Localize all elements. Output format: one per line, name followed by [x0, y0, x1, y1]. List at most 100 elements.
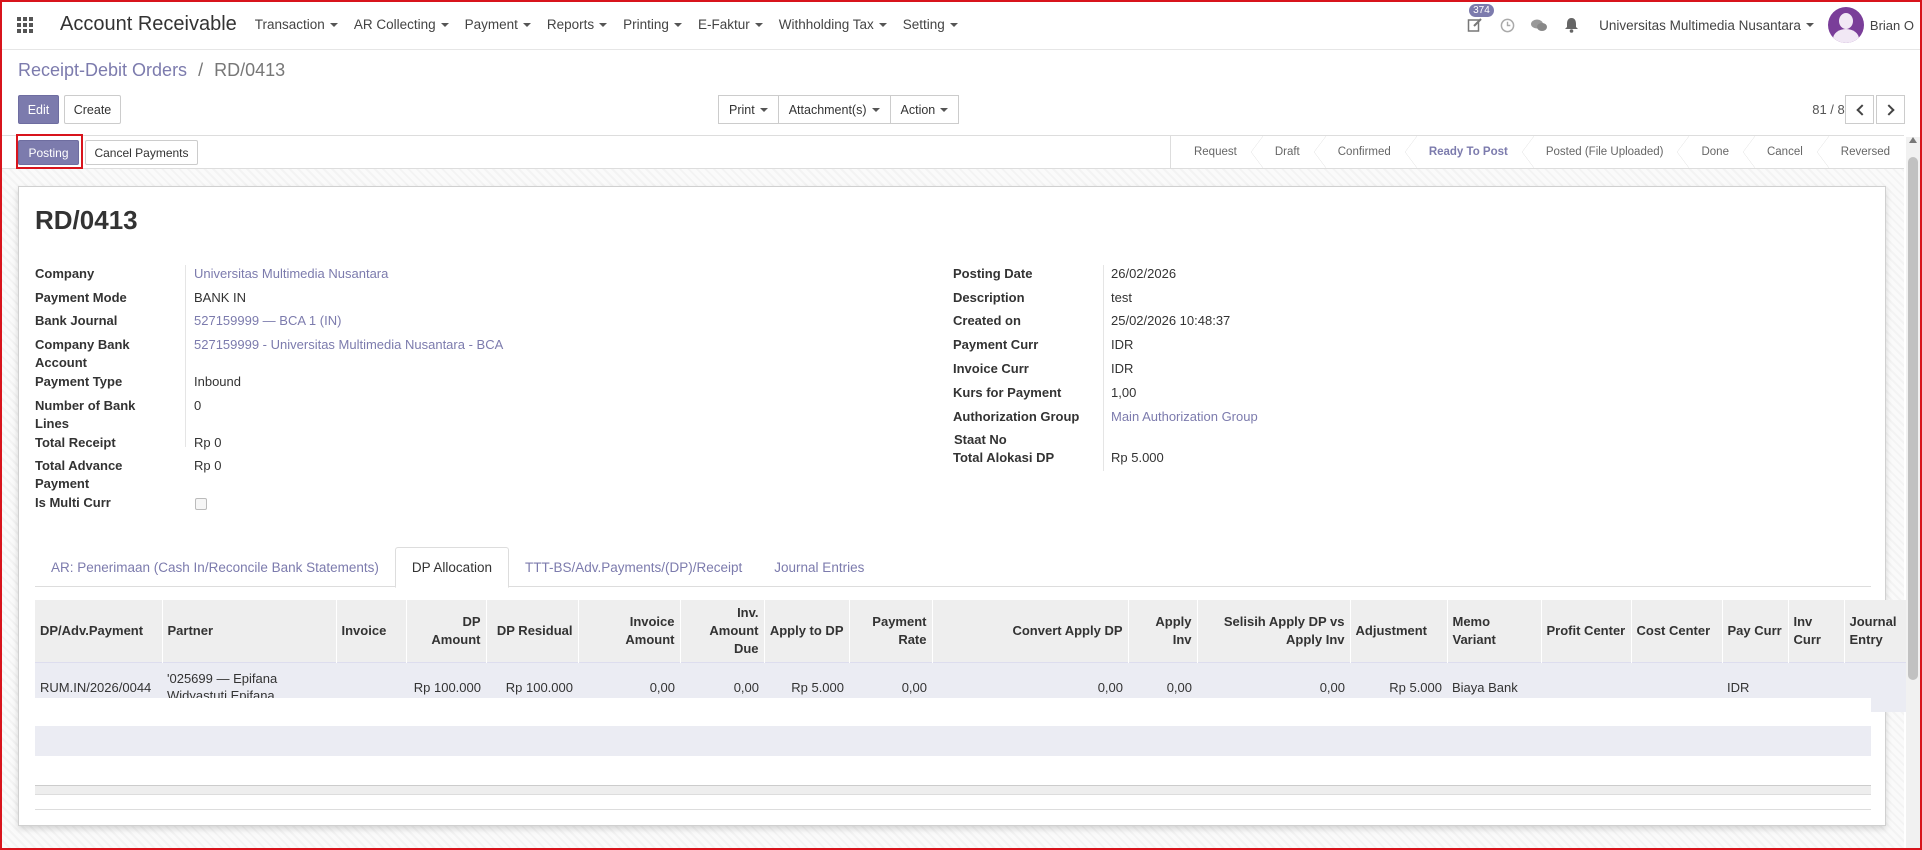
- column-header[interactable]: DP Amount: [406, 600, 487, 663]
- label-authorization-group: Authorization Group: [953, 409, 1080, 424]
- caret-down-icon: [329, 22, 338, 27]
- edit-button[interactable]: Edit: [18, 95, 59, 124]
- column-header[interactable]: Memo Variant: [1447, 600, 1542, 663]
- chat-icon[interactable]: [1529, 15, 1549, 35]
- tab-ar-penerimaan[interactable]: AR: Penerimaan (Cash In/Reconcile Bank S…: [35, 547, 395, 587]
- label-company: Company: [35, 266, 95, 281]
- menu-e-faktur[interactable]: E-Faktur: [698, 17, 763, 32]
- scroll-up-arrow-icon[interactable]: [1909, 137, 1917, 143]
- menu-withholding-tax[interactable]: Withholding Tax: [779, 17, 887, 32]
- cancel-payments-button[interactable]: Cancel Payments: [85, 140, 198, 165]
- divider: [35, 809, 1871, 810]
- menu-reports[interactable]: Reports: [547, 17, 608, 32]
- menu-payment[interactable]: Payment: [465, 17, 531, 32]
- caret-down-icon: [871, 107, 880, 112]
- status-step-reversed[interactable]: Reversed: [1816, 136, 1904, 168]
- status-step-draft[interactable]: Draft: [1250, 136, 1314, 168]
- label-bank-journal: Bank Journal: [35, 313, 118, 328]
- value-bank-journal[interactable]: 527159999 — BCA 1 (IN): [194, 312, 341, 330]
- column-header[interactable]: Selisih Apply DP vs Apply Inv: [1197, 600, 1351, 663]
- column-header[interactable]: Partner: [162, 600, 337, 663]
- status-step-cancel[interactable]: Cancel: [1742, 136, 1817, 168]
- app-title: Account Receivable: [60, 13, 237, 35]
- bell-icon[interactable]: [1561, 15, 1581, 35]
- column-header[interactable]: DP/Adv.Payment: [35, 600, 163, 663]
- label-kurs-for-payment: Kurs for Payment: [953, 385, 1062, 400]
- column-header[interactable]: Convert Apply DP: [932, 600, 1129, 663]
- user-name[interactable]: Brian O: [1870, 18, 1914, 33]
- status-step-done[interactable]: Done: [1677, 136, 1743, 168]
- caret-down-icon: [940, 107, 949, 112]
- scrollbar-track[interactable]: [1906, 137, 1920, 848]
- breadcrumb: Receipt-Debit Orders / RD/0413: [18, 60, 285, 81]
- column-header[interactable]: Payment Rate: [849, 600, 933, 663]
- value-total-receipt: Rp 0: [194, 435, 222, 450]
- value-authorization-group[interactable]: Main Authorization Group: [1111, 408, 1258, 426]
- label-number-of-bank-lines: Number of Bank Lines: [35, 398, 136, 431]
- column-header[interactable]: Inv. Amount Due: [680, 600, 765, 663]
- table-footer: [35, 785, 1871, 795]
- value-payment-curr: IDR: [1111, 337, 1134, 352]
- status-bar: Posting Cancel Payments Request Draft Co…: [0, 135, 1904, 169]
- status-step-ready-to-post[interactable]: Ready To Post: [1404, 136, 1522, 168]
- column-header[interactable]: DP Residual: [486, 600, 579, 663]
- dp-allocation-table: DP/Adv.Payment Partner Invoice DP Amount…: [35, 600, 1922, 712]
- column-header[interactable]: Adjustment: [1350, 600, 1448, 663]
- column-header[interactable]: Apply Inv: [1128, 600, 1198, 663]
- caret-down-icon: [673, 22, 682, 27]
- activity-edit-icon[interactable]: 374: [1465, 4, 1494, 35]
- status-step-request[interactable]: Request: [1169, 136, 1251, 168]
- column-header[interactable]: Invoice Amount: [578, 600, 681, 663]
- activity-badge: 374: [1469, 4, 1494, 17]
- print-dropdown[interactable]: Print: [718, 95, 779, 124]
- tab-journal-entries[interactable]: Journal Entries: [758, 547, 880, 587]
- menu-ar-collecting[interactable]: AR Collecting: [354, 17, 449, 32]
- column-header[interactable]: Apply to DP: [764, 600, 850, 663]
- status-step-posted-file-uploaded[interactable]: Posted (File Uploaded): [1521, 136, 1678, 168]
- action-dropdown[interactable]: Action: [889, 95, 960, 124]
- status-step-confirmed[interactable]: Confirmed: [1313, 136, 1405, 168]
- value-company[interactable]: Universitas Multimedia Nusantara: [194, 265, 388, 283]
- menu-printing[interactable]: Printing: [623, 17, 682, 32]
- empty-table-row: [35, 698, 1871, 726]
- tab-ttt-bs-adv-payments[interactable]: TTT-BS/Adv.Payments/(DP)/Receipt: [509, 547, 758, 587]
- breadcrumb-separator: /: [198, 60, 204, 80]
- create-button[interactable]: Create: [64, 95, 121, 124]
- tab-dp-allocation[interactable]: DP Allocation: [394, 547, 509, 588]
- column-header[interactable]: Pay Curr: [1722, 600, 1789, 663]
- value-posting-date: 26/02/2026: [1111, 266, 1177, 281]
- chevron-right-icon: [1882, 103, 1895, 116]
- chevron-left-icon: [1855, 103, 1868, 116]
- caret-down-icon: [599, 22, 608, 27]
- is-multi-curr-checkbox[interactable]: [195, 498, 207, 510]
- label-created-on: Created on: [953, 313, 1021, 328]
- apps-menu-icon[interactable]: [0, 0, 50, 50]
- company-switcher[interactable]: Universitas Multimedia Nusantara: [1599, 18, 1814, 33]
- form-sheet: RD/0413 Company Universitas Multimedia N…: [18, 186, 1922, 826]
- column-header[interactable]: Profit Center: [1541, 600, 1632, 663]
- table-header-row: DP/Adv.Payment Partner Invoice DP Amount…: [35, 600, 1922, 663]
- column-header[interactable]: Invoice: [336, 600, 407, 663]
- posting-highlight: [16, 134, 83, 169]
- attachments-dropdown[interactable]: Attachment(s): [777, 95, 891, 124]
- label-company-bank-account: Company Bank Account: [35, 337, 130, 370]
- label-total-receipt: Total Receipt: [35, 435, 116, 450]
- menu-setting[interactable]: Setting: [903, 17, 958, 32]
- menu-transaction[interactable]: Transaction: [255, 17, 338, 32]
- user-avatar[interactable]: [1827, 7, 1864, 43]
- label-payment-mode: Payment Mode: [35, 290, 127, 305]
- column-header[interactable]: Inv Curr: [1788, 600, 1845, 663]
- caret-down-icon: [759, 107, 768, 112]
- value-company-bank-account[interactable]: 527159999 - Universitas Multimedia Nusan…: [194, 336, 503, 354]
- value-description: test: [1111, 290, 1132, 305]
- label-description: Description: [953, 290, 1025, 305]
- column-header[interactable]: Cost Center: [1631, 600, 1723, 663]
- breadcrumb-parent-link[interactable]: Receipt-Debit Orders: [18, 60, 187, 80]
- scrollbar-thumb[interactable]: [1908, 157, 1918, 680]
- pager-previous-button[interactable]: [1845, 95, 1874, 124]
- caret-down-icon: [754, 22, 763, 27]
- clock-icon[interactable]: [1497, 15, 1517, 35]
- value-total-alokasi-dp: Rp 5.000: [1111, 450, 1164, 465]
- pager-next-button[interactable]: [1876, 95, 1905, 124]
- label-posting-date: Posting Date: [953, 266, 1033, 281]
